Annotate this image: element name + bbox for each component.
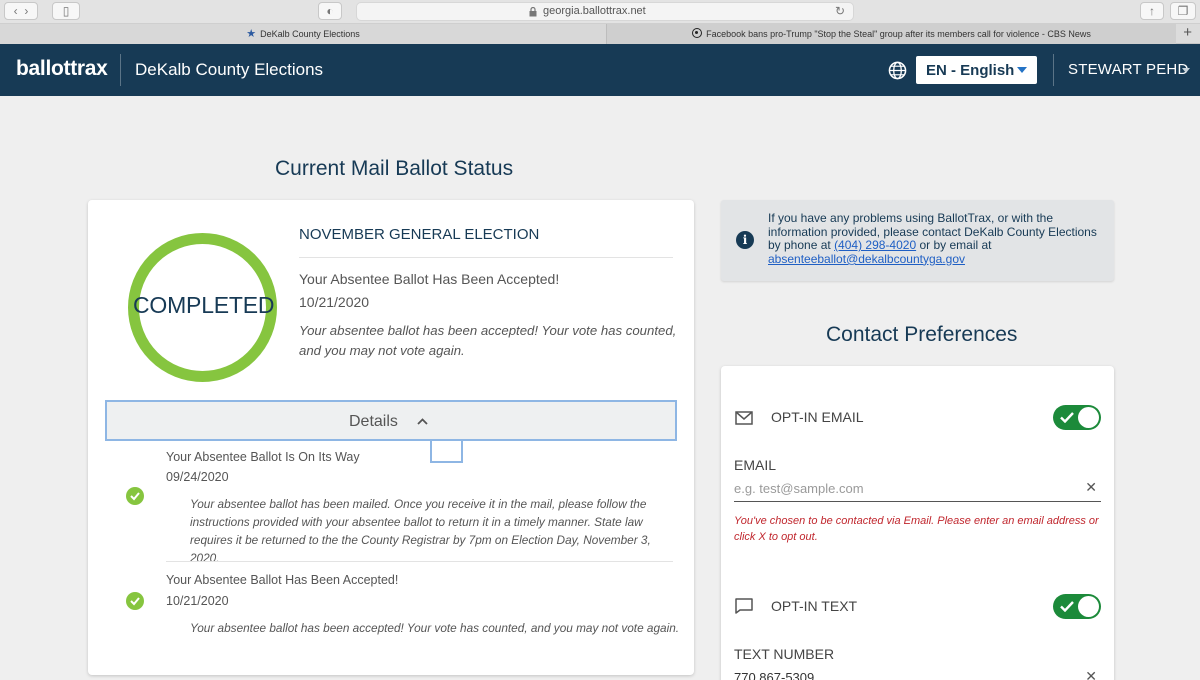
check-icon	[1060, 412, 1074, 423]
tab-bar: ★ DeKalb County Elections Facebook bans p…	[0, 24, 1200, 44]
timeline-item-date: 09/24/2020	[166, 470, 229, 484]
contact-preferences-title: Contact Preferences	[826, 323, 1018, 346]
new-tab-icon[interactable]: +	[1183, 24, 1192, 42]
tab-dekalb-elections[interactable]: ★ DeKalb County Elections	[0, 24, 606, 44]
envelope-icon	[735, 411, 753, 425]
tab-cbs-news[interactable]: Facebook bans pro-Trump "Stop the Steal"…	[606, 24, 1176, 44]
header-divider	[1053, 54, 1054, 86]
phone-link[interactable]: (404) 298-4020	[834, 238, 916, 252]
opt-in-email-toggle[interactable]	[1053, 405, 1101, 430]
text-number-field[interactable]: 770 867-5309 ✕	[734, 667, 1101, 680]
email-field-label: EMAIL	[734, 457, 777, 473]
check-icon	[126, 487, 144, 505]
focus-tab-indicator	[430, 441, 463, 463]
email-field[interactable]: e.g. test@sample.com ✕	[734, 478, 1101, 502]
opt-in-email-label: OPT-IN EMAIL	[771, 409, 864, 425]
caret-down-icon	[1017, 67, 1027, 73]
share-icon[interactable]: ↑	[1140, 2, 1164, 20]
toggle-knob	[1078, 407, 1099, 428]
back-forward-buttons[interactable]: ‹ ›	[4, 2, 38, 20]
info-icon: i	[736, 231, 754, 249]
cbs-eye-icon	[692, 28, 703, 38]
check-icon	[1060, 601, 1074, 612]
clear-email-icon[interactable]: ✕	[1085, 479, 1097, 496]
latest-status-title: Your Absentee Ballot Has Been Accepted!	[299, 271, 560, 287]
opt-in-text-toggle[interactable]	[1053, 594, 1101, 619]
text-number-field-label: TEXT NUMBER	[734, 646, 835, 662]
latest-status-date: 10/21/2020	[299, 294, 370, 310]
divider	[299, 257, 673, 258]
email-link[interactable]: absenteeballot@dekalbcountyga.gov	[768, 252, 965, 266]
lock-icon	[529, 7, 537, 17]
status-label: COMPLETED	[133, 292, 275, 318]
header-divider	[120, 54, 121, 86]
clear-text-number-icon[interactable]: ✕	[1085, 668, 1097, 680]
toggle-knob	[1078, 596, 1099, 617]
contact-preferences-card: OPT-IN EMAIL EMAIL e.g. test@sample.com …	[721, 366, 1114, 680]
shield-icon[interactable]: ◐	[318, 2, 342, 20]
latest-status-message: Your absentee ballot has been accepted! …	[299, 323, 677, 358]
timeline-item-title: Your Absentee Ballot Has Been Accepted!	[166, 573, 399, 587]
site-header: ballottrax DeKalb County Elections EN - …	[0, 44, 1200, 96]
site-name: DeKalb County Elections	[135, 60, 324, 79]
browser-toolbar: ‹ › ▯ ◐ georgia.ballottrax.net ↻ ↑ ❐	[0, 0, 1200, 24]
url-text: georgia.ballottrax.net	[543, 5, 646, 17]
divider	[166, 561, 673, 562]
globe-icon	[888, 61, 907, 80]
tabs-overview-icon[interactable]: ❐	[1170, 2, 1196, 20]
help-text: If you have any problems using BallotTra…	[768, 211, 1106, 266]
timeline-item-message: Your absentee ballot has been accepted! …	[190, 621, 680, 635]
email-placeholder: e.g. test@sample.com	[734, 481, 864, 496]
page-title: Current Mail Ballot Status	[275, 157, 514, 180]
language-select[interactable]: EN - English	[916, 56, 1037, 84]
details-toggle-button[interactable]: Details	[105, 400, 677, 441]
chevron-up-icon	[417, 418, 428, 425]
tab-label: Facebook bans pro-Trump "Stop the Steal"…	[706, 29, 1091, 39]
check-icon	[126, 592, 144, 610]
star-icon: ★	[246, 28, 257, 40]
details-label: Details	[349, 413, 398, 430]
text-number-value: 770 867-5309	[734, 670, 815, 680]
timeline-item-message: Your absentee ballot has been mailed. On…	[190, 497, 651, 565]
caret-down-icon[interactable]	[1182, 68, 1190, 73]
tab-label: DeKalb County Elections	[260, 29, 360, 39]
sidebar-toggle-icon[interactable]: ▯	[52, 2, 80, 20]
help-info-box: i If you have any problems using BallotT…	[721, 200, 1114, 281]
help-text-email-intro: or by email at	[919, 238, 992, 253]
reload-icon[interactable]: ↻	[835, 4, 845, 18]
opt-in-text-label: OPT-IN TEXT	[771, 598, 858, 614]
chat-bubble-icon	[735, 598, 753, 614]
language-value: EN - English	[926, 62, 1015, 79]
email-error-message: You've chosen to be contacted via Email.…	[734, 515, 1099, 543]
timeline-item-date: 10/21/2020	[166, 594, 229, 608]
timeline-item-title: Your Absentee Ballot Is On Its Way	[166, 450, 360, 464]
user-menu[interactable]: STEWART PEHD	[1068, 61, 1188, 78]
ballottrax-logo[interactable]: ballottrax	[16, 57, 108, 81]
election-name: NOVEMBER GENERAL ELECTION	[299, 226, 540, 243]
address-bar[interactable]: georgia.ballottrax.net ↻	[356, 2, 854, 21]
